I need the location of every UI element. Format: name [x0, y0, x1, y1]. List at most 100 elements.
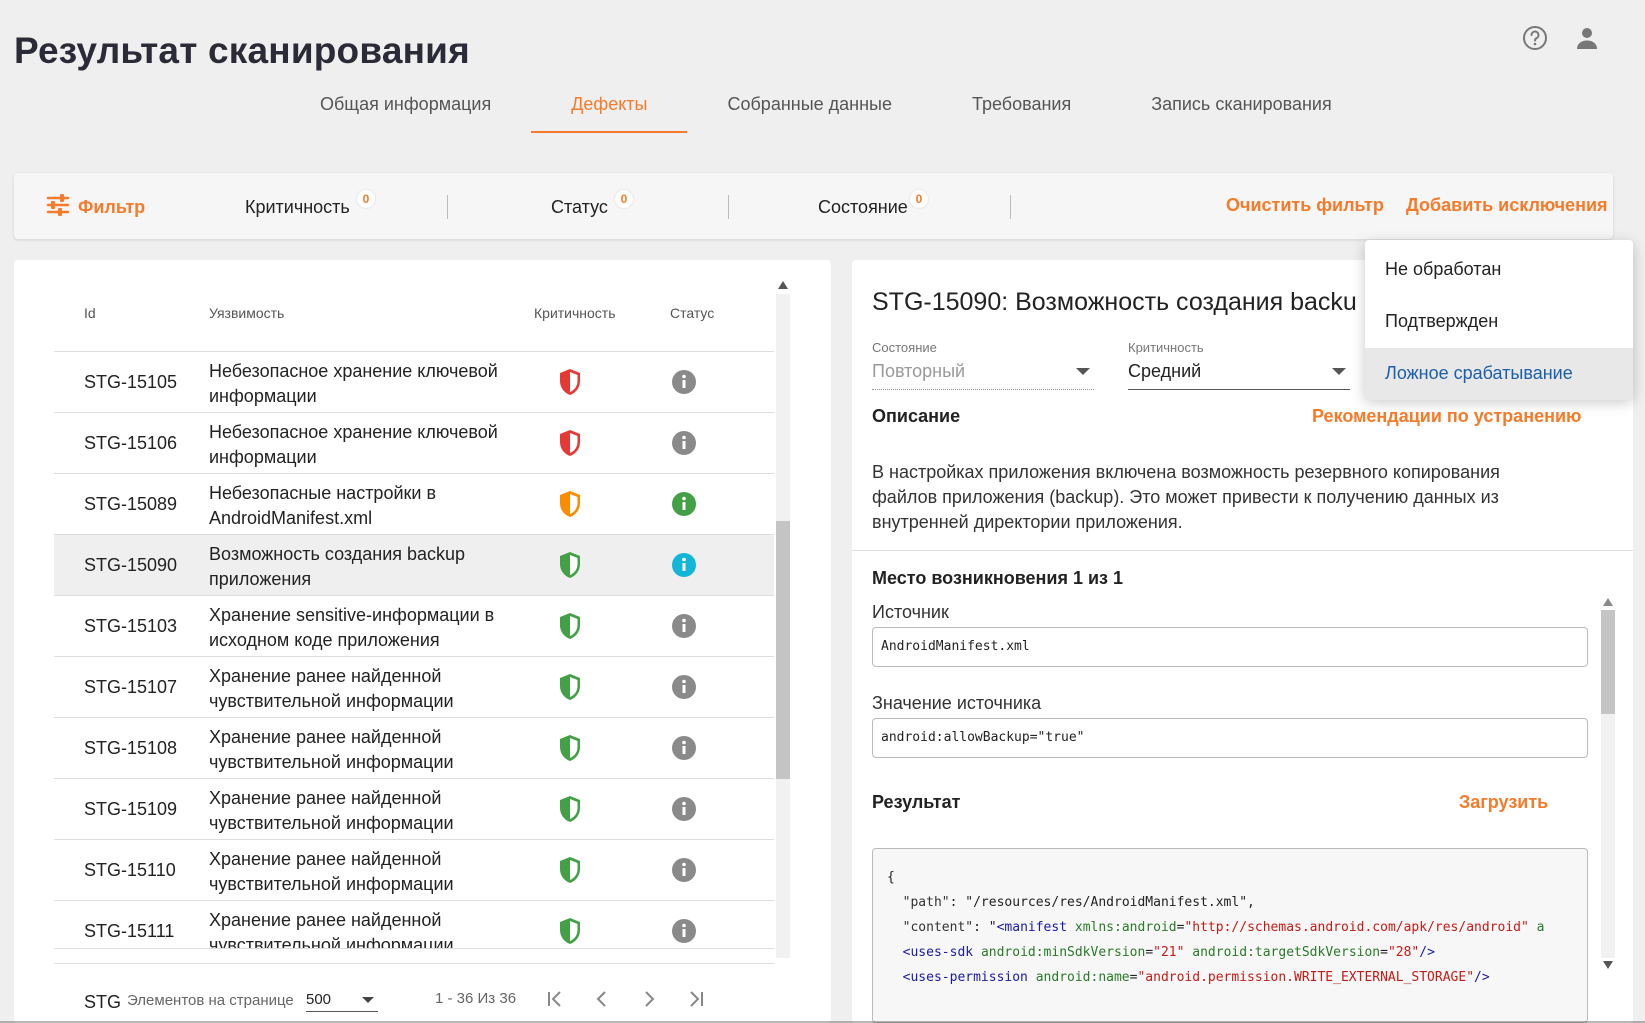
- source-value-field[interactable]: android:allowBackup="true": [872, 718, 1588, 758]
- criticality-shield-icon: [558, 490, 582, 523]
- filter-chip-status[interactable]: Статус 0: [551, 190, 633, 218]
- items-per-page-select[interactable]: 500: [306, 986, 378, 1012]
- last-page-icon: [690, 991, 703, 1007]
- partial-row-id: STG: [84, 992, 122, 1012]
- table-row[interactable]: STG-15103 Хранение sensitive-информации в…: [54, 596, 774, 657]
- table-row[interactable]: STG-15111 Хранение ранее найденной чувств…: [54, 901, 774, 949]
- scroll-up-arrow-icon[interactable]: [1603, 598, 1613, 606]
- detail-scrollbar[interactable]: [1600, 596, 1616, 971]
- scroll-down-arrow-icon[interactable]: [1603, 961, 1613, 969]
- code-value: "android.permission.WRITE_EXTERNAL_STORA…: [1137, 970, 1475, 985]
- status-info-icon[interactable]: [672, 858, 696, 887]
- table-scrollbar[interactable]: [774, 278, 792, 958]
- table-row[interactable]: STG-15105 Небезопасное хранение ключевой …: [54, 352, 774, 413]
- status-dropdown-menu: Не обработан Подтвержден Ложное срабатыв…: [1365, 240, 1633, 400]
- source-label: Источник: [872, 602, 949, 622]
- table-row[interactable]: STG-15110 Хранение ранее найденной чувств…: [54, 840, 774, 901]
- tab-collected-data[interactable]: Собранные данные: [687, 84, 932, 133]
- filter-chip-criticality[interactable]: Критичность 0: [245, 190, 375, 218]
- status-info-icon[interactable]: [672, 370, 696, 399]
- next-page-button[interactable]: [634, 984, 664, 1014]
- row-vulnerability-name: Небезопасное хранение ключевой информаци…: [209, 422, 498, 467]
- filter-button[interactable]: Фильтр: [46, 194, 145, 221]
- menu-item-not-processed[interactable]: Не обработан: [1365, 244, 1633, 296]
- previous-page-button[interactable]: [587, 984, 617, 1014]
- user-icon[interactable]: [1573, 24, 1601, 52]
- code-tag: <manifest: [996, 920, 1068, 935]
- status-info-icon[interactable]: [672, 492, 696, 521]
- clear-filter-button[interactable]: Очистить фильтр: [1226, 195, 1384, 216]
- description-heading: Описание: [872, 406, 961, 426]
- state-select[interactable]: Состояние Повторный: [872, 340, 1094, 390]
- column-header-criticality[interactable]: Критичность: [534, 305, 616, 321]
- recommendations-link[interactable]: Рекомендации по устранению: [1312, 406, 1581, 427]
- row-vulnerability-name: Хранение ранее найденной чувствительной …: [209, 788, 454, 833]
- table-header: Id Уязвимость Критичность Статус: [54, 260, 774, 352]
- page-title: Результат сканирования: [14, 30, 470, 71]
- row-vulnerability-name: Возможность создания backup приложения: [209, 544, 466, 589]
- table-row[interactable]: STG-15106 Небезопасное хранение ключевой …: [54, 413, 774, 474]
- code-tag: />: [1474, 970, 1490, 985]
- table-row[interactable]: STG-15107 Хранение ранее найденной чувств…: [54, 657, 774, 718]
- row-id: STG-15109: [84, 799, 178, 819]
- criticality-shield-icon: [558, 368, 582, 401]
- divider: [852, 550, 1633, 551]
- tab-scan-recording[interactable]: Запись сканирования: [1111, 84, 1371, 133]
- menu-item-confirmed[interactable]: Подтвержден: [1365, 296, 1633, 348]
- first-page-button[interactable]: [540, 984, 570, 1014]
- top-icons: [1521, 24, 1601, 52]
- divider: [447, 195, 448, 219]
- menu-item-false-positive[interactable]: Ложное срабатывание: [1365, 348, 1633, 400]
- row-id: STG-15089: [84, 494, 178, 514]
- status-info-icon[interactable]: [672, 675, 696, 704]
- criticality-select[interactable]: Критичность Средний: [1128, 340, 1350, 390]
- scrollbar-thumb[interactable]: [776, 521, 790, 779]
- location-heading: Место возникновения 1 из 1: [872, 568, 1124, 588]
- chevron-left-icon: [596, 991, 606, 1007]
- defects-table-panel: Id Уязвимость Критичность Статус STG-151…: [14, 260, 831, 1023]
- tab-requirements[interactable]: Требования: [932, 84, 1111, 133]
- divider: [1010, 195, 1011, 219]
- table-row[interactable]: STG-15108 Хранение ранее найденной чувств…: [54, 718, 774, 779]
- status-info-icon[interactable]: [672, 919, 696, 948]
- status-info-icon[interactable]: [672, 431, 696, 460]
- scroll-up-arrow-icon[interactable]: [778, 281, 788, 289]
- code-string: ": [988, 920, 997, 935]
- column-header-status[interactable]: Статус: [670, 305, 714, 321]
- source-value-label: Значение источника: [872, 693, 1042, 713]
- last-page-button[interactable]: [681, 984, 711, 1014]
- tab-general-info[interactable]: Общая информация: [280, 84, 531, 133]
- row-vulnerability-name: Небезопасные настройки в AndroidManifest…: [209, 483, 437, 528]
- dropdown-caret-icon: [1076, 368, 1090, 375]
- tab-defects[interactable]: Дефекты: [531, 84, 688, 133]
- table-row[interactable]: STG-15090 Возможность создания backup при…: [54, 535, 774, 596]
- row-id: STG-15105: [84, 372, 178, 392]
- items-per-page-value: 500: [306, 991, 332, 1008]
- download-button[interactable]: Загрузить: [1459, 792, 1548, 813]
- add-exclusions-button[interactable]: Добавить исключения: [1406, 195, 1608, 216]
- help-circle-icon[interactable]: [1521, 24, 1549, 52]
- row-id: STG-15103: [84, 616, 178, 636]
- items-per-page-label: Элементов на странице: [127, 992, 294, 1009]
- column-header-id[interactable]: Id: [84, 305, 96, 321]
- code-line: {: [887, 870, 895, 885]
- filter-count-badge: 0: [615, 190, 633, 208]
- table-row[interactable]: STG-15109 Хранение ранее найденной чувств…: [54, 779, 774, 840]
- result-code-block[interactable]: { "path": "/resources/res/AndroidManifes…: [872, 848, 1588, 1023]
- row-vulnerability-name: Хранение ранее найденной чувствительной …: [209, 910, 454, 949]
- chevron-right-icon: [645, 991, 655, 1007]
- filter-chip-state[interactable]: Состояние 0: [818, 190, 928, 218]
- defect-title: STG-15090: Возможность создания backu: [872, 288, 1357, 316]
- page-range-text: 1 - 36 Из 36: [435, 990, 517, 1007]
- criticality-shield-icon: [558, 673, 582, 706]
- status-info-icon[interactable]: [672, 553, 696, 582]
- source-field[interactable]: AndroidManifest.xml: [872, 627, 1588, 667]
- scrollbar-thumb[interactable]: [1601, 610, 1615, 714]
- status-info-icon[interactable]: [672, 797, 696, 826]
- column-header-vulnerability[interactable]: Уязвимость: [209, 305, 284, 321]
- table-row[interactable]: STG-15089 Небезопасные настройки в Androi…: [54, 474, 774, 535]
- row-vulnerability-name: Хранение ранее найденной чувствительной …: [209, 727, 454, 772]
- status-info-icon[interactable]: [672, 614, 696, 643]
- code-key: "path": [902, 895, 950, 910]
- status-info-icon[interactable]: [672, 736, 696, 765]
